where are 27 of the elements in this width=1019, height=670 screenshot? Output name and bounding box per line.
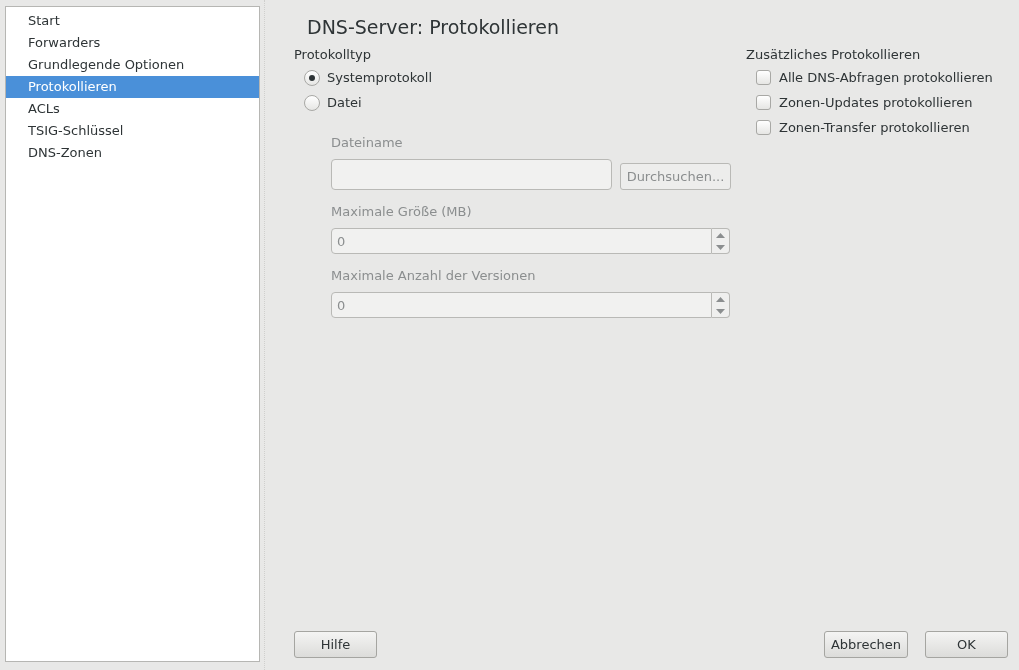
- page-title: DNS-Server: Protokollieren: [307, 15, 560, 40]
- radio-button[interactable]: [304, 94, 320, 111]
- radio-label: Systemprotokoll: [327, 68, 433, 87]
- sidebar-item[interactable]: TSIG-Schlüssel: [6, 120, 259, 142]
- section-heading: Zusätzliches Protokollieren: [746, 46, 922, 64]
- sidebar-item[interactable]: Forwarders: [6, 32, 259, 54]
- sidebar-item[interactable]: Start: [6, 10, 259, 32]
- ok-button[interactable]: OK: [925, 631, 1008, 658]
- sidebar-item[interactable]: Grundlegende Optionen: [6, 54, 259, 76]
- sidebar-item[interactable]: ACLs: [6, 98, 259, 120]
- checkbox-label: Alle DNS-Abfragen protokollieren: [779, 68, 993, 87]
- field-label: Maximale Anzahl der Versionen: [331, 267, 537, 285]
- checkbox[interactable]: [756, 95, 771, 110]
- help-button[interactable]: Hilfe: [294, 631, 377, 658]
- checkbox-label: Zonen-Transfer protokollieren: [779, 118, 970, 137]
- cancel-button[interactable]: Abbrechen: [824, 631, 908, 658]
- radio-label: Datei: [327, 93, 362, 112]
- checkbox-label: Zonen-Updates protokollieren: [779, 93, 973, 112]
- radio-button[interactable]: [304, 69, 320, 86]
- sidebar-item[interactable]: DNS-Zonen: [6, 142, 259, 164]
- field-label: Maximale Größe (MB): [331, 203, 473, 221]
- section-heading: Protokolltyp: [294, 46, 372, 64]
- checkbox[interactable]: [756, 120, 771, 135]
- spin-arrows[interactable]: [712, 292, 730, 318]
- field-label: Dateiname: [331, 134, 404, 152]
- spin-arrows[interactable]: [712, 228, 730, 254]
- checkbox[interactable]: [756, 70, 771, 85]
